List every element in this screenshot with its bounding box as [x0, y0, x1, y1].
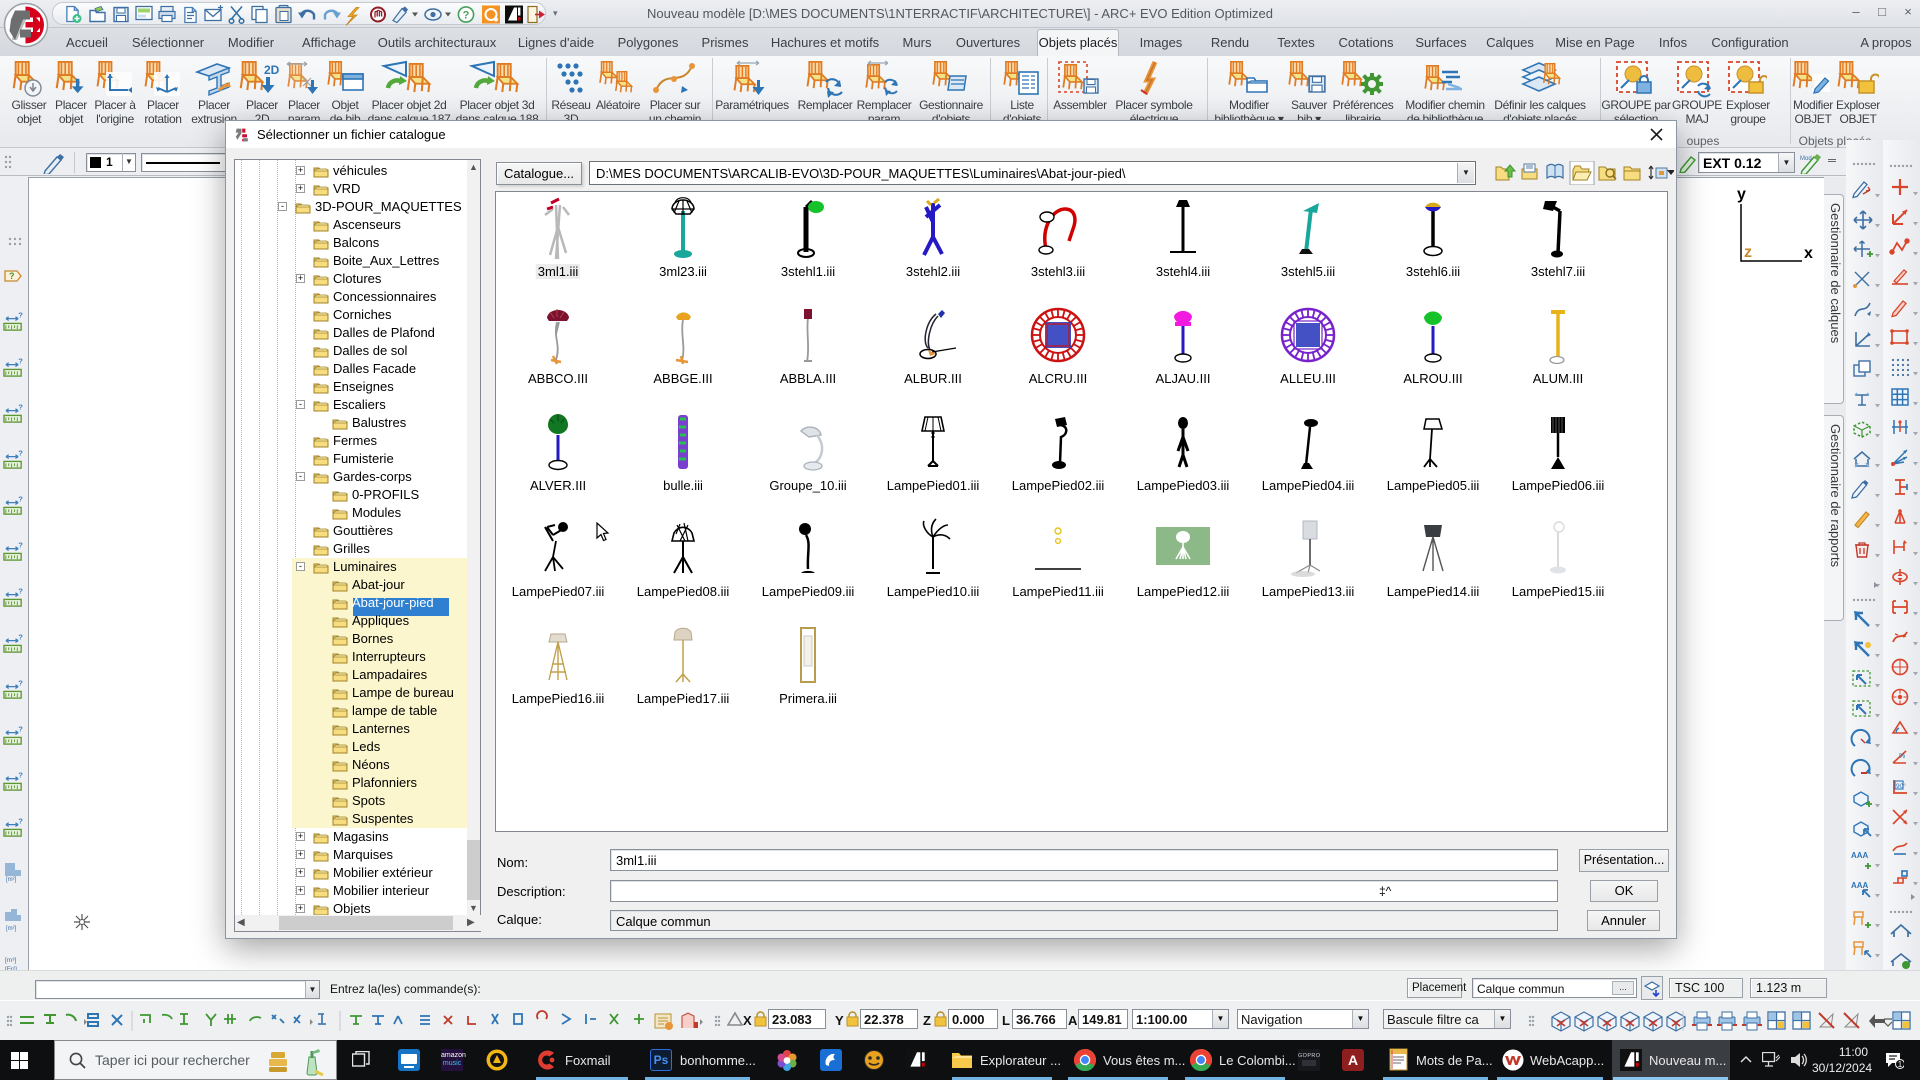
- svg-text:90°: 90°: [1896, 782, 1906, 790]
- svg-text:z: z: [1744, 244, 1752, 261]
- svg-text:2D: 2D: [264, 63, 280, 77]
- svg-text:L: L: [1002, 1013, 1010, 1028]
- svg-text:y: y: [1737, 186, 1746, 203]
- svg-text:AAA: AAA: [1851, 851, 1869, 860]
- svg-text:x: x: [1804, 245, 1813, 262]
- svg-text:[m²]: [m²]: [6, 926, 17, 932]
- svg-text:A: A: [1068, 1013, 1078, 1028]
- svg-text:Mod: Mod: [1800, 156, 1812, 162]
- svg-text:Z: Z: [923, 1013, 931, 1028]
- svg-text:1: 1: [1898, 1060, 1903, 1069]
- svg-text:?: ?: [9, 271, 15, 281]
- svg-text:[m³]: [m³]: [5, 957, 16, 964]
- svg-text:AAA: AAA: [1851, 881, 1869, 890]
- svg-text:%: %: [1899, 753, 1905, 760]
- svg-text:X: X: [743, 1013, 752, 1028]
- svg-text:Y: Y: [835, 1013, 844, 1028]
- svg-text:[m²]: [m²]: [6, 877, 17, 883]
